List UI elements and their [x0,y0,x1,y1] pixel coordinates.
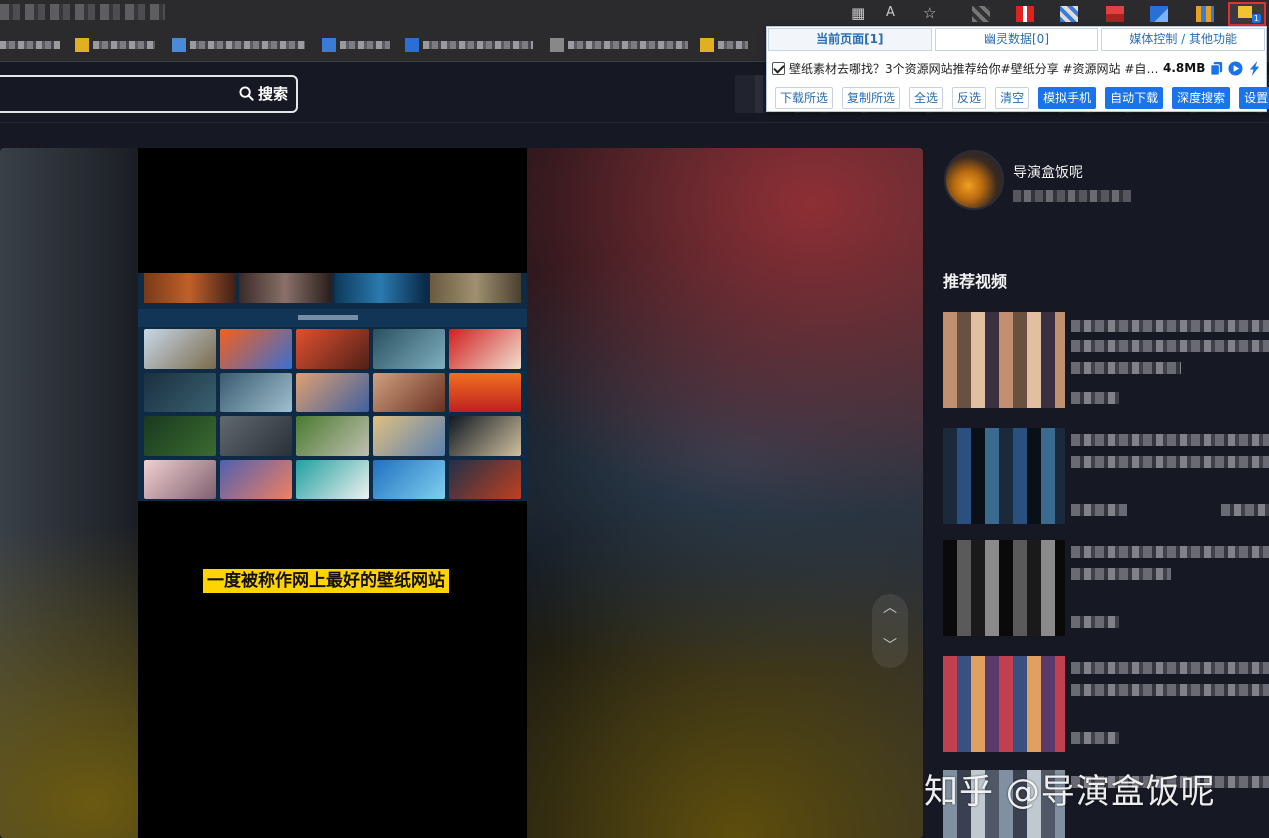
extension-logo-icon [1238,6,1252,18]
list-item[interactable] [943,656,1269,756]
avatar[interactable] [944,150,1004,210]
popup-tabs: 当前页面[1] 幽灵数据[0] 媒体控制 / 其他功能 [768,28,1266,52]
chevron-down-icon[interactable]: ﹀ [882,638,898,654]
reader-mode-icon[interactable]: ▦ [851,5,865,21]
lightning-icon[interactable] [1247,60,1262,76]
copy-icon[interactable] [1209,61,1224,76]
video-frame: 一度被称作网上最好的壁纸网站 [138,148,527,838]
author-name[interactable]: 导演盒饭呢 [1013,162,1083,182]
extension-icon[interactable] [1106,6,1124,22]
media-downloader-popup: 当前页面[1] 幽灵数据[0] 媒体控制 / 其他功能 壁纸素材去哪找？3个资源… [766,26,1269,112]
video-thumbnail [943,428,1065,524]
video-content-wallpaper-site [138,273,527,501]
extension-icon[interactable] [972,6,990,22]
extension-icon[interactable] [1060,6,1078,22]
download-selected-button[interactable]: 下载所选 [775,87,834,109]
media-item-size: 4.8MB [1163,61,1206,75]
extension-icon[interactable] [1016,6,1034,22]
browser-titlebar: ▦ A ☆ 1 [0,0,1269,28]
search-input[interactable]: 搜索 [0,75,298,113]
select-all-button[interactable]: 全选 [909,87,944,109]
list-item[interactable] [943,540,1269,640]
author-stats-blurred [1013,190,1131,202]
zhihu-watermark: 知乎 @导演盒饭呢 [924,772,1216,812]
video-player[interactable]: 一度被称作网上最好的壁纸网站 ︿ ﹀ [0,148,923,838]
play-icon[interactable] [1228,60,1243,76]
media-item-title: 壁纸素材去哪找？3个资源网站推荐给你#壁纸分享 #资源网站 #自媒体… [789,61,1159,76]
extension-badge: 1 [1251,14,1261,23]
video-thumbnail [943,656,1065,752]
popup-actions: 下载所选 复制所选 全选 反选 清空 模拟手机 自动下载 深度搜索 设置 [775,87,1269,109]
extension-icon[interactable] [1150,6,1168,22]
search-button-label: 搜索 [257,85,288,103]
favorite-icon[interactable]: ☆ [923,5,936,21]
invert-selection-button[interactable]: 反选 [952,87,987,109]
media-item-checkbox[interactable] [772,61,785,75]
read-aloud-icon[interactable]: A [886,5,895,21]
video-caption: 一度被称作网上最好的壁纸网站 [203,569,449,593]
chevron-up-icon[interactable]: ︿ [882,600,898,616]
settings-button[interactable]: 设置 [1239,87,1269,109]
search-icon [239,86,254,101]
video-nav-control: ︿ ﹀ [872,594,908,668]
media-item-row: 壁纸素材去哪找？3个资源网站推荐给你#壁纸分享 #资源网站 #自媒体… 4.8M… [772,59,1262,77]
tab-ghost-data[interactable]: 幽灵数据[0] [934,28,1099,51]
video-thumbnail [943,312,1065,408]
browser-tab-blurred[interactable] [0,4,165,20]
deep-search-button[interactable]: 深度搜索 [1172,87,1231,109]
search-button[interactable]: 搜索 [239,83,288,104]
tab-current-page[interactable]: 当前页面[1] [768,28,932,51]
list-item[interactable] [943,428,1269,528]
simulate-phone-button[interactable]: 模拟手机 [1038,87,1097,109]
video-thumbnail [943,540,1065,636]
recommended-videos-title: 推荐视频 [943,272,1008,291]
media-downloader-extension-button[interactable]: 1 [1228,2,1266,26]
list-item[interactable] [943,312,1269,412]
clear-button[interactable]: 清空 [995,87,1030,109]
auto-download-button[interactable]: 自动下载 [1105,87,1164,109]
copy-selected-button[interactable]: 复制所选 [842,87,901,109]
extension-icon[interactable] [1196,6,1214,22]
tab-media-control[interactable]: 媒体控制 / 其他功能 [1101,28,1266,51]
